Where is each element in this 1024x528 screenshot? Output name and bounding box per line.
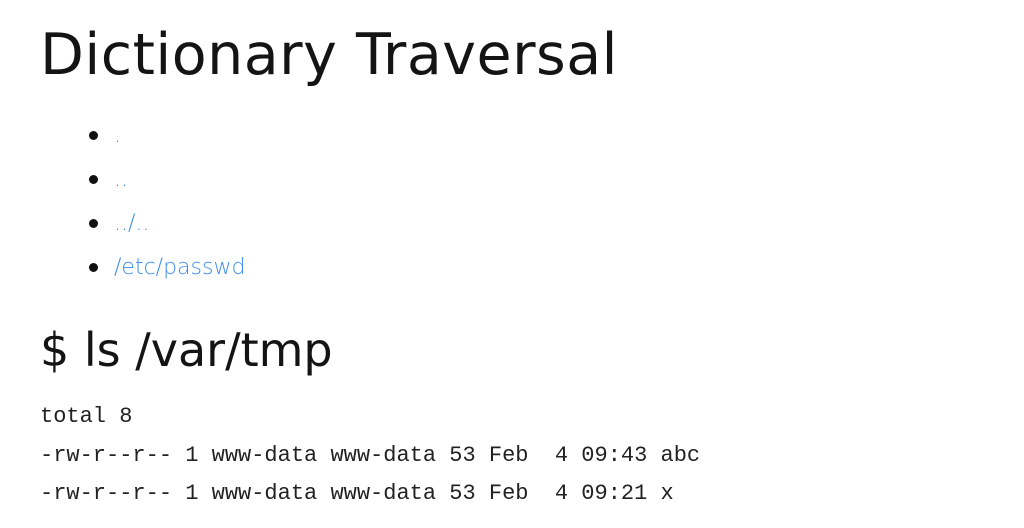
page: Dictionary Traversal . .. ../.. /etc/pas…	[0, 0, 1024, 528]
link-grandparent-dir[interactable]: ../..	[114, 211, 149, 236]
list-item: ..	[88, 158, 245, 202]
link-etc-passwd[interactable]: /etc/passwd	[114, 255, 245, 280]
page-title: Dictionary Traversal	[40, 22, 618, 88]
listing-line-total: total 8	[40, 404, 133, 429]
listing-line-x: -rw-r--r-- 1 www-data www-data 53 Feb 4 …	[40, 481, 674, 506]
link-parent-dir[interactable]: ..	[114, 167, 128, 192]
command-heading: $ ls /var/tmp	[40, 323, 333, 377]
listing-line-abc: -rw-r--r-- 1 www-data www-data 53 Feb 4 …	[40, 442, 701, 468]
link-current-dir[interactable]: .	[114, 123, 121, 148]
list-item: ../..	[88, 202, 245, 246]
link-list: . .. ../.. /etc/passwd	[40, 114, 245, 290]
list-item: .	[88, 114, 245, 158]
list-item: /etc/passwd	[88, 246, 245, 290]
directory-listing: total 8 -rw-r--r-- 1 www-data www-data 53…	[40, 398, 700, 514]
